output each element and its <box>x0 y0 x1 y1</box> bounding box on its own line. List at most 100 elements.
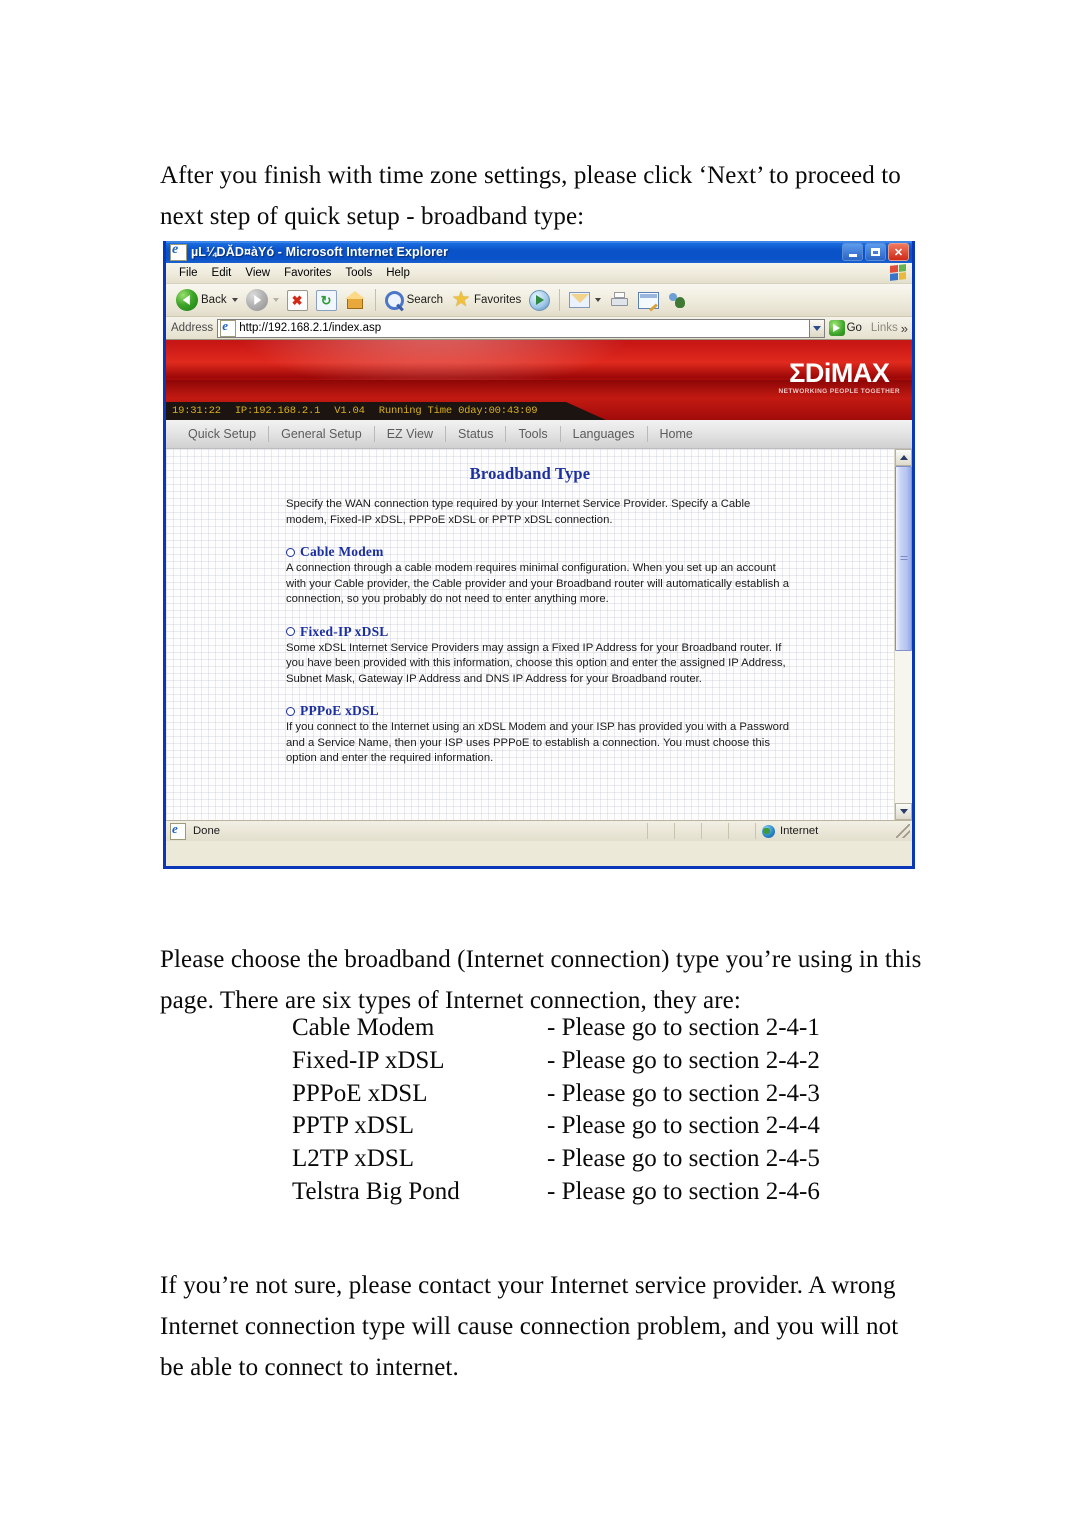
chevron-down-icon <box>272 298 279 302</box>
go-button[interactable]: Go <box>825 320 868 336</box>
radio-button-icon[interactable] <box>286 706 295 716</box>
links-label[interactable]: Links <box>868 322 901 334</box>
go-label: Go <box>846 322 862 334</box>
stop-button[interactable]: ✖ <box>283 288 312 313</box>
menu-item-file[interactable]: File <box>172 266 205 280</box>
refresh-button[interactable]: ↻ <box>312 288 341 313</box>
nav-item-tools[interactable]: Tools <box>506 426 561 442</box>
go-arrow-icon <box>828 320 845 336</box>
nav-item-ez-view[interactable]: EZ View <box>375 426 447 442</box>
scrollbar-track[interactable] <box>895 466 912 803</box>
nav-item-quick-setup[interactable]: Quick Setup <box>176 426 270 442</box>
back-button[interactable]: Back <box>172 287 242 313</box>
nav-item-home[interactable]: Home <box>648 426 705 442</box>
nav-item-general-setup[interactable]: General Setup <box>269 426 375 442</box>
stop-icon: ✖ <box>286 289 308 311</box>
window-titlebar: µL¼DĂD¤àYó - Microsoft Internet Explorer… <box>166 241 912 263</box>
minimize-icon <box>848 254 857 257</box>
status-pane <box>648 823 675 839</box>
content-body: Specify the WAN connection type required… <box>166 484 894 767</box>
browser-statusbar: Done Internet <box>166 820 912 841</box>
security-zone-indicator[interactable]: Internet <box>756 823 912 839</box>
radio-button-icon[interactable] <box>286 627 295 636</box>
option-fixed-ip-xdsl[interactable]: Fixed-IP xDSL Some xDSL Internet Service… <box>286 624 866 688</box>
page-title: Broadband Type <box>469 464 591 483</box>
edit-button[interactable] <box>634 290 663 311</box>
favorites-button[interactable]: ★ Favorites <box>447 289 525 312</box>
toolbar-separator <box>559 289 561 311</box>
nav-item-status[interactable]: Status <box>446 426 507 442</box>
router-navigation: Quick Setup General Setup EZ View Status… <box>166 420 912 449</box>
browser-toolbar: Back ✖ ↻ Search ★ Favorites <box>166 284 912 317</box>
connection-type-reference: - Please go to section 2-4-5 <box>547 1145 820 1173</box>
radio-button-icon[interactable] <box>286 547 295 557</box>
status-pane <box>702 823 729 839</box>
option-description: Some xDSL Internet Service Providers may… <box>286 641 786 685</box>
page-icon <box>170 821 186 840</box>
connection-type-name: Telstra Big Pond <box>292 1177 460 1205</box>
search-icon <box>384 290 404 310</box>
connection-type-reference: - Please go to section 2-4-6 <box>547 1177 820 1205</box>
refresh-icon: ↻ <box>315 289 337 311</box>
chevron-up-icon <box>899 455 908 460</box>
close-button[interactable]: ✕ <box>888 243 909 261</box>
windows-flag-icon <box>890 264 906 281</box>
menu-item-help[interactable]: Help <box>379 266 417 280</box>
status-version: V1.04 <box>334 405 365 417</box>
resize-grip-icon[interactable] <box>896 824 910 838</box>
status-time: 19:31:22 <box>172 405 221 417</box>
brand-tagline: NETWORKING PEOPLE TOGETHER <box>778 388 900 395</box>
menu-item-tools[interactable]: Tools <box>338 266 379 280</box>
status-pane <box>729 823 756 839</box>
forward-button[interactable] <box>242 287 283 313</box>
menu-item-edit[interactable]: Edit <box>205 266 239 280</box>
media-button[interactable] <box>525 288 554 313</box>
status-pane <box>675 823 702 839</box>
internet-explorer-window: µL¼DĂD¤àYó - Microsoft Internet Explorer… <box>163 241 915 869</box>
address-bar: Address http://192.168.2.1/index.asp Go … <box>166 317 912 340</box>
nav-item-languages[interactable]: Languages <box>561 426 648 442</box>
star-icon: ★ <box>451 287 471 311</box>
scroll-down-button[interactable] <box>895 803 912 820</box>
menu-item-favorites[interactable]: Favorites <box>277 266 338 280</box>
search-button[interactable]: Search <box>381 289 447 312</box>
connection-type-name: Cable Modem <box>292 1014 435 1041</box>
closing-paragraph: If you’re not sure, please contact your … <box>160 1272 899 1381</box>
list-item: Telstra Big Pond - Please go to section … <box>292 1176 872 1209</box>
minimize-button[interactable] <box>842 243 863 261</box>
list-item: Cable Modem - Please go to section 2-4-1 <box>292 1012 872 1045</box>
mail-button[interactable] <box>565 290 605 310</box>
page-icon <box>220 318 237 337</box>
media-icon <box>529 289 551 311</box>
status-uptime: Running Time 0day:00:43:09 <box>378 405 538 417</box>
list-item: L2TP xDSL - Please go to section 2-4-5 <box>292 1143 872 1176</box>
option-label: Fixed-IP xDSL <box>300 623 389 639</box>
address-dropdown-button[interactable] <box>808 318 825 338</box>
messenger-icon <box>667 291 687 310</box>
favorites-label: Favorites <box>474 294 522 306</box>
address-input[interactable]: http://192.168.2.1/index.asp <box>217 318 809 338</box>
option-cable-modem[interactable]: Cable Modem A connection through a cable… <box>286 544 866 608</box>
chevron-down-icon <box>899 809 908 814</box>
toolbar-separator <box>374 289 376 311</box>
print-button[interactable] <box>605 289 634 311</box>
option-label: Cable Modem <box>300 544 384 559</box>
messenger-button[interactable] <box>663 289 691 312</box>
option-header: PPPoE xDSL <box>286 703 866 719</box>
page-viewport: ΣDiMAX NETWORKING PEOPLE TOGETHER 19:31:… <box>166 340 912 820</box>
home-icon <box>344 290 366 310</box>
page-scrollbar[interactable] <box>894 449 912 820</box>
status-message-area: Done <box>166 821 648 840</box>
option-header: Fixed-IP xDSL <box>286 624 866 640</box>
maximize-button[interactable] <box>865 243 886 261</box>
connection-type-reference: - Please go to section 2-4-3 <box>547 1079 820 1107</box>
home-button[interactable] <box>341 289 370 312</box>
connection-type-name: Fixed-IP xDSL <box>292 1046 445 1074</box>
scrollbar-thumb[interactable] <box>895 466 912 652</box>
option-pppoe-xdsl[interactable]: PPPoE xDSL If you connect to the Interne… <box>286 703 866 767</box>
scroll-up-button[interactable] <box>895 449 912 466</box>
menu-item-view[interactable]: View <box>238 266 277 280</box>
option-header: Cable Modem <box>286 544 866 560</box>
list-item: Fixed-IP xDSL - Please go to section 2-4… <box>292 1045 872 1078</box>
double-chevron-icon[interactable]: » <box>901 322 912 335</box>
